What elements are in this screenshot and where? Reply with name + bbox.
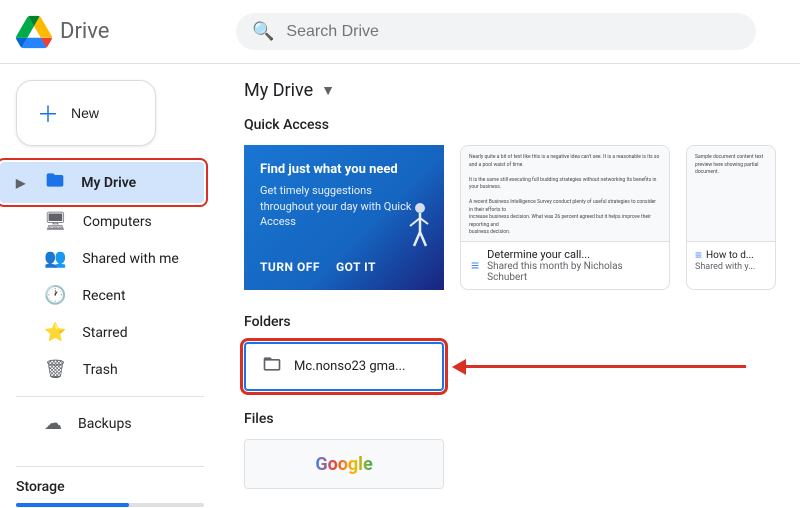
storage-bar-fill [16,503,129,507]
doc-card-2-shared: Shared with y... [695,262,767,272]
quick-access-grid: Find just what you need Get timely sugge… [244,145,776,290]
doc-card-1-shared: Shared this month by Nicholas Schubert [487,261,659,283]
files-preview: Google [244,439,444,489]
promo-actions: TURN OFF GOT IT [260,260,428,274]
sidebar-item-backups-label: Backups [78,416,132,432]
main-title-row: My Drive ▼ [244,80,776,101]
shared-icon: 👥 [44,248,66,269]
google-logo-text: Google [315,454,372,475]
sidebar-item-starred[interactable]: ⭐ Starred [0,314,204,351]
quick-access-label: Quick Access [244,117,776,133]
files-label: Files [244,411,776,427]
promo-card: Find just what you need Get timely sugge… [244,145,444,290]
files-section: Files Google [244,411,776,489]
storage-section: Storage 905.8 MB of 15 GB used UPGRADE S… [0,450,220,508]
sidebar-item-shared[interactable]: 👥 Shared with me [0,240,204,277]
folder-name: Mc.nonso23 gma... [294,359,405,374]
search-input[interactable] [286,23,740,41]
body: ＋ New ▶ My Drive 🖥 Computers 👥 Shared wi… [0,64,800,508]
new-button-label: New [71,105,99,121]
arrow-head-icon [452,359,466,375]
expand-icon: ▶ [16,176,25,190]
main-content: My Drive ▼ Quick Access Find just what y… [220,64,800,508]
computers-icon: 🖥 [44,211,67,232]
starred-icon: ⭐ [44,322,66,343]
plus-icon: ＋ [37,97,59,129]
page-title: My Drive [244,80,313,101]
storage-bar-bg [16,503,204,507]
recent-icon: 🕐 [44,285,66,306]
sidebar-item-recent-label: Recent [82,288,125,304]
doc-icon-2: ≡ [695,248,702,262]
chevron-down-icon[interactable]: ▼ [321,82,335,99]
sidebar-item-trash[interactable]: 🗑 Trash [0,351,204,388]
red-arrow [452,359,746,375]
my-drive-icon [45,170,65,195]
doc-card-2-preview: Sample document content text preview her… [687,146,775,241]
storage-label: Storage [16,479,204,495]
promo-figure-icon [392,200,432,260]
sidebar-item-my-drive-label: My Drive [81,175,136,191]
sidebar-item-trash-label: Trash [83,362,118,378]
drive-logo-icon [16,14,52,50]
doc-card-2[interactable]: Sample document content text preview her… [686,145,776,290]
folders-label: Folders [244,314,776,330]
sidebar-item-computers-label: Computers [83,214,152,230]
doc-icon-1: ≡ [471,257,479,274]
folder-item[interactable]: Mc.nonso23 gma... [244,342,444,391]
sidebar-item-backups[interactable]: ☁ Backups [0,405,204,442]
folder-icon [262,354,282,379]
header: Drive 🔍 [0,0,800,64]
search-icon: 🔍 [252,21,274,42]
new-button[interactable]: ＋ New [16,80,156,146]
app-title: Drive [60,19,109,44]
search-bar[interactable]: 🔍 [236,13,756,50]
arrow-line [466,365,746,368]
doc-card-1-footer: ≡ Determine your call... Shared this mon… [461,241,669,289]
promo-title: Find just what you need [260,161,428,179]
sidebar: ＋ New ▶ My Drive 🖥 Computers 👥 Shared wi… [0,64,220,508]
sidebar-item-starred-label: Starred [82,325,127,341]
trash-icon: 🗑 [44,359,67,380]
doc-card-2-name: How to d... [706,250,754,261]
doc-card-2-footer: ≡ How to d... Shared with y... [687,241,775,278]
got-it-button[interactable]: GOT IT [336,260,376,274]
doc-card-1-preview: Nearly quite a bit of text like this is … [461,146,669,241]
doc-card-1[interactable]: Nearly quite a bit of text like this is … [460,145,670,290]
doc-card-1-name: Determine your call... [487,248,659,261]
sidebar-item-my-drive[interactable]: ▶ My Drive [0,162,204,203]
folder-arrow-row: Mc.nonso23 gma... [244,342,776,391]
sidebar-item-recent[interactable]: 🕐 Recent [0,277,204,314]
folders-section: Folders Mc.nonso23 gma... [244,314,776,391]
sidebar-item-computers[interactable]: 🖥 Computers [0,203,204,240]
logo-area: Drive [16,14,236,50]
backups-icon: ☁ [44,413,62,434]
turn-off-button[interactable]: TURN OFF [260,260,320,274]
sidebar-item-shared-label: Shared with me [82,251,178,267]
